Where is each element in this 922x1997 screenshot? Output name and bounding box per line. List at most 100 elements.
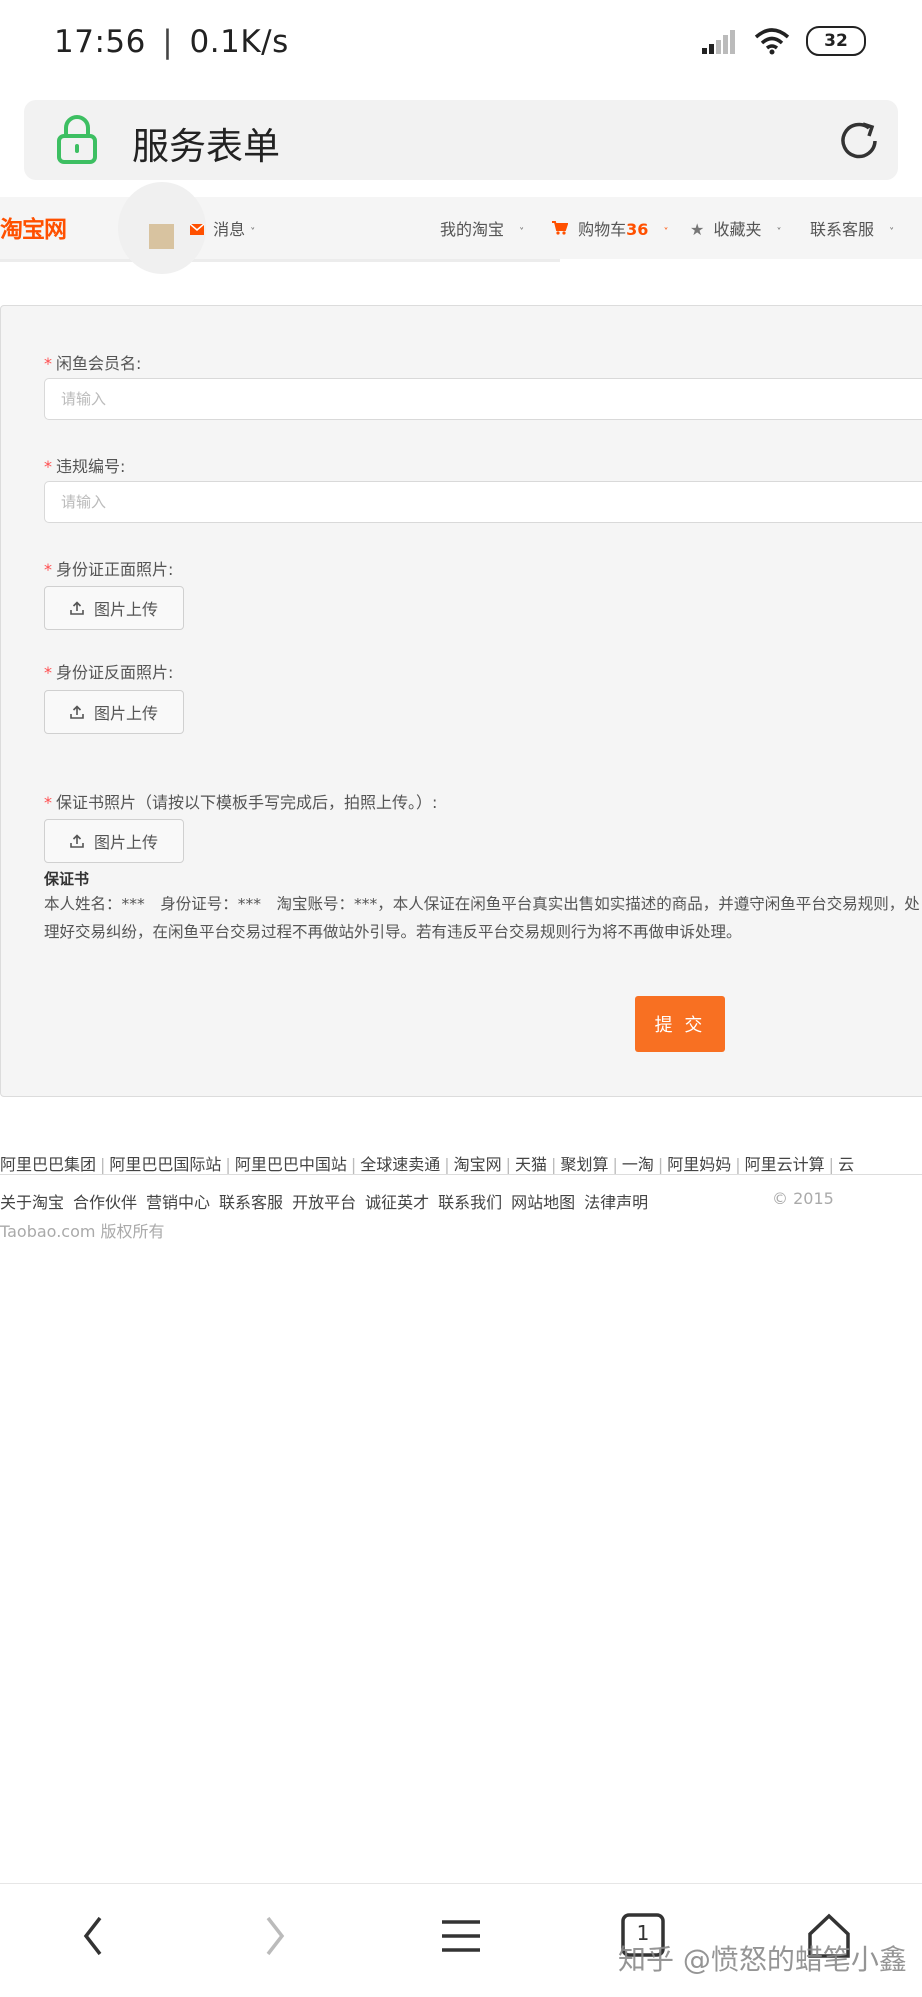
menu-icon[interactable]: [440, 1912, 482, 1960]
chevron-down-icon: ˅: [889, 227, 895, 238]
footer-link[interactable]: 关于淘宝: [0, 1193, 64, 1212]
footer-link[interactable]: 一淘: [622, 1155, 654, 1174]
id-front-label-text: 身份证正面照片:: [56, 560, 174, 579]
customer-service-label: 联系客服: [810, 220, 875, 239]
footer-link[interactable]: 合作伙伴: [73, 1193, 137, 1212]
guarantee-photo-label: * 保证书照片（请按以下模板手写完成后，拍照上传。）:: [44, 789, 437, 813]
divider: |: [225, 1155, 231, 1174]
divider: |: [100, 1155, 106, 1174]
submit-button[interactable]: 提 交: [635, 996, 725, 1052]
cart-menu[interactable]: 购物车36 ˅: [552, 216, 668, 240]
my-taobao-menu[interactable]: 我的淘宝 ˅: [440, 216, 524, 240]
footer-link[interactable]: 法律声明: [584, 1193, 648, 1212]
divider: |: [612, 1155, 618, 1174]
copyright-year: © 2015: [772, 1189, 834, 1208]
favorites-label: 收藏夹: [713, 220, 762, 239]
chevron-down-icon: ˅: [776, 227, 782, 238]
id-back-upload-button[interactable]: 图片上传: [44, 690, 184, 734]
footer-link[interactable]: 营销中心: [146, 1193, 210, 1212]
footer-link[interactable]: 阿里巴巴国际站: [109, 1155, 221, 1174]
divider: |: [444, 1155, 450, 1174]
upload-icon: [70, 705, 84, 719]
footer-link[interactable]: 聚划算: [560, 1155, 608, 1174]
divider: |: [735, 1155, 741, 1174]
cart-count: 36: [626, 220, 649, 239]
back-icon[interactable]: [78, 1912, 108, 1960]
required-mark: *: [44, 793, 52, 812]
guarantee-upload-button[interactable]: 图片上传: [44, 819, 184, 863]
footer-link[interactable]: 阿里巴巴中国站: [235, 1155, 347, 1174]
bottom-nav-divider: [0, 1883, 922, 1884]
chevron-down-icon: ˅: [250, 227, 256, 238]
footer-link[interactable]: 阿里妈妈: [667, 1155, 731, 1174]
wifi-icon: [754, 28, 790, 55]
footer-link[interactable]: 网站地图: [511, 1193, 575, 1212]
required-mark: *: [44, 354, 52, 373]
watermark: 知乎 @愤怒的蜡笔小鑫: [618, 1943, 907, 1976]
required-mark: *: [44, 560, 52, 579]
guarantee-text: 本人姓名：*** 身份证号：*** 淘宝账号：***，本人保证在闲鱼平台真实出售…: [44, 895, 920, 941]
id-back-label: * 身份证反面照片:: [44, 659, 173, 683]
guarantee-title: 保证书: [44, 870, 90, 888]
member-name-label-text: 闲鱼会员名:: [56, 354, 142, 373]
violation-number-input[interactable]: 请输入: [44, 481, 922, 523]
divider: |: [657, 1155, 664, 1174]
battery-icon: 32: [806, 26, 866, 56]
taobao-logo[interactable]: 淘宝网: [0, 210, 67, 244]
footer-link[interactable]: 淘宝网: [454, 1155, 502, 1174]
status-icons: 32: [702, 26, 866, 56]
divider: |: [350, 1155, 357, 1174]
copyright: Taobao.com 版权所有: [0, 1222, 165, 1241]
guarantee-photo-label-text: 保证书照片（请按以下模板手写完成后，拍照上传。）:: [56, 793, 438, 812]
footer-link[interactable]: 联系我们: [438, 1193, 502, 1212]
topbar-underline: [0, 259, 560, 262]
footer-link[interactable]: 天猫: [515, 1155, 547, 1174]
id-front-label: * 身份证正面照片:: [44, 556, 173, 580]
footer-link[interactable]: 阿里巴巴集团: [0, 1155, 96, 1174]
required-mark: *: [44, 663, 52, 682]
reload-icon[interactable]: [836, 118, 882, 164]
customer-service-menu[interactable]: 联系客服 ˅: [810, 216, 894, 240]
avatar[interactable]: [149, 224, 174, 249]
violation-label: * 违规编号:: [44, 453, 125, 477]
upload-icon: [70, 601, 84, 615]
status-time: 17:56 | 0.1K/s: [54, 24, 289, 60]
upload-label: 图片上传: [93, 704, 158, 723]
battery-level: 32: [824, 31, 848, 51]
messages-label: 消息: [213, 220, 246, 239]
favorites-menu[interactable]: ★ 收藏夹 ˅: [690, 216, 782, 240]
my-taobao-label: 我的淘宝: [440, 220, 505, 239]
id-front-upload-button[interactable]: 图片上传: [44, 586, 184, 630]
upload-label: 图片上传: [93, 600, 158, 619]
footer-link[interactable]: 云: [838, 1155, 854, 1174]
footer-link[interactable]: 联系客服: [219, 1193, 283, 1212]
member-name-placeholder: 请输入: [61, 390, 107, 408]
page-title: 服务表单: [132, 125, 280, 168]
status-divider: |: [162, 24, 174, 60]
forward-icon[interactable]: [260, 1912, 290, 1960]
lock-icon: [57, 115, 97, 164]
footer-link[interactable]: 阿里云计算: [745, 1155, 825, 1174]
footer-links: 关于淘宝 合作伙伴 营销中心 联系客服 开放平台 诚征英才 联系我们 网站地图 法律声明: [0, 1189, 657, 1213]
star-icon: ★: [690, 220, 705, 239]
clock-text: 17:56: [54, 24, 146, 60]
network-speed: 0.1K/s: [189, 24, 289, 60]
divider: |: [551, 1155, 557, 1174]
divider: |: [828, 1155, 835, 1174]
messages-menu[interactable]: 消息 ˅: [189, 216, 256, 240]
signal-icon: [702, 30, 735, 54]
cart-label: 购物车: [578, 220, 627, 239]
violation-placeholder: 请输入: [61, 493, 107, 511]
footer-link[interactable]: 诚征英才: [365, 1193, 429, 1212]
mail-icon: [189, 223, 205, 235]
chevron-down-icon: ˅: [519, 227, 525, 238]
footer-link[interactable]: 开放平台: [292, 1193, 356, 1212]
divider: |: [505, 1155, 512, 1174]
chevron-down-icon: ˅: [663, 227, 669, 238]
required-mark: *: [44, 457, 52, 476]
footer-group-links: 阿里巴巴集团 | 阿里巴巴国际站 | 阿里巴巴中国站 | 全球速卖通 | 淘宝网 | 天猫 | 聚划算 |…: [0, 1151, 854, 1175]
cart-icon: [552, 221, 569, 235]
member-name-input[interactable]: 请输入: [44, 378, 922, 420]
footer-link[interactable]: 全球速卖通: [360, 1155, 440, 1174]
member-name-label: * 闲鱼会员名:: [44, 350, 141, 374]
